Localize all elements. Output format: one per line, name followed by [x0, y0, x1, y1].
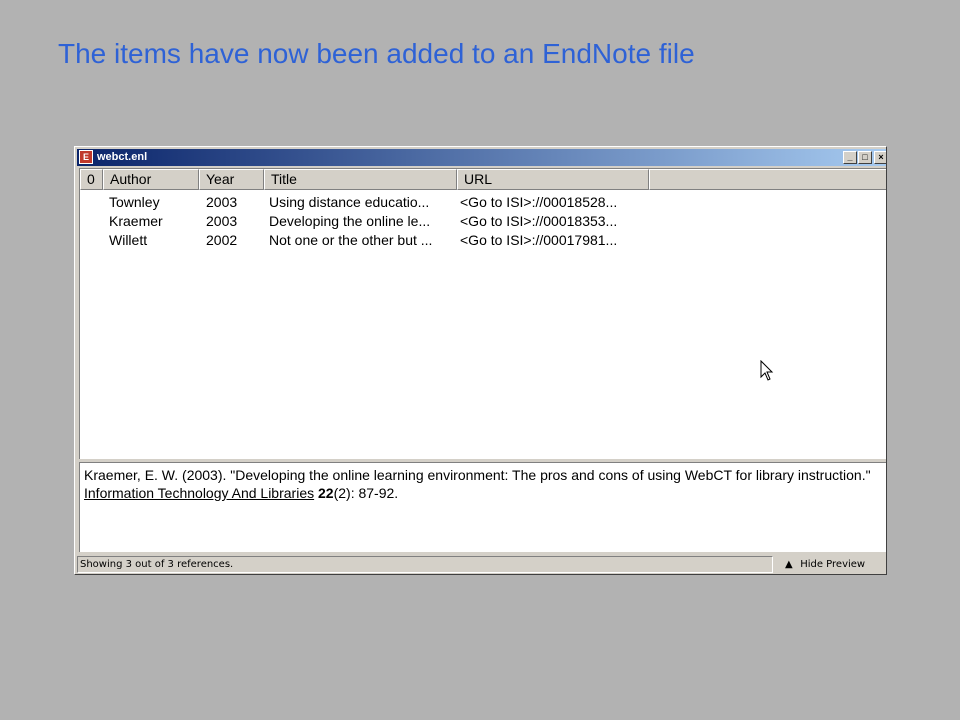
reference-preview[interactable]: Kraemer, E. W. (2003). "Developing the o…: [79, 462, 886, 552]
title-cell: Not one or the other but ...: [269, 232, 433, 248]
double-chevron-up-icon: ▲: [785, 559, 793, 570]
close-button[interactable]: ×: [874, 151, 886, 164]
preview-citation: Kraemer, E. W. (2003). "Developing the o…: [84, 467, 871, 483]
column-header-empty: [649, 169, 886, 190]
column-header-row: 0 Author Year Title URL: [80, 169, 886, 190]
window-title: webct.enl: [97, 151, 148, 163]
status-text: Showing 3 out of 3 references.: [77, 556, 773, 573]
author-cell: Kraemer: [109, 213, 163, 229]
minimize-button[interactable]: _: [843, 151, 857, 164]
column-header-title[interactable]: Title: [264, 169, 457, 190]
preview-journal-link[interactable]: Information Technology And Libraries: [84, 485, 314, 501]
title-cell: Developing the online le...: [269, 213, 431, 229]
hide-preview-label: Hide Preview: [800, 559, 866, 570]
table-row[interactable]: Townley 2003 Using distance educatio... …: [80, 193, 886, 212]
table-row[interactable]: Kraemer 2003 Developing the online le...…: [80, 212, 886, 231]
hide-preview-button[interactable]: ▲ Hide Preview: [779, 556, 883, 573]
year-cell: 2002: [206, 232, 238, 248]
column-header-url[interactable]: URL: [457, 169, 649, 190]
column-header-year[interactable]: Year: [199, 169, 264, 190]
preview-pages: (2): 87-92.: [333, 485, 399, 501]
table-row[interactable]: Willett 2002 Not one or the other but ..…: [80, 231, 886, 250]
slide-title: The items have now been added to an EndN…: [58, 38, 695, 69]
mouse-pointer-icon: [760, 360, 774, 381]
status-bar: Showing 3 out of 3 references. ▲ Hide Pr…: [77, 556, 886, 573]
preview-volume: 22: [318, 485, 334, 501]
author-cell: Willett: [109, 232, 148, 248]
window-titlebar[interactable]: E webct.enl _ □ ×: [77, 149, 886, 166]
reference-list[interactable]: 0 Author Year Title URL Townley 2003 Usi…: [79, 168, 886, 459]
endnote-icon: E: [79, 150, 93, 164]
paperclip-icon: 0: [87, 171, 95, 187]
column-header-author[interactable]: Author: [103, 169, 199, 190]
year-cell: 2003: [206, 213, 238, 229]
maximize-button[interactable]: □: [858, 151, 872, 164]
author-cell: Townley: [109, 194, 160, 210]
url-cell: <Go to ISI>://00018528...: [460, 194, 618, 210]
title-cell: Using distance educatio...: [269, 194, 430, 210]
column-header-attachment[interactable]: 0: [80, 169, 103, 190]
url-cell: <Go to ISI>://00018353...: [460, 213, 618, 229]
url-cell: <Go to ISI>://00017981...: [460, 232, 618, 248]
year-cell: 2003: [206, 194, 238, 210]
